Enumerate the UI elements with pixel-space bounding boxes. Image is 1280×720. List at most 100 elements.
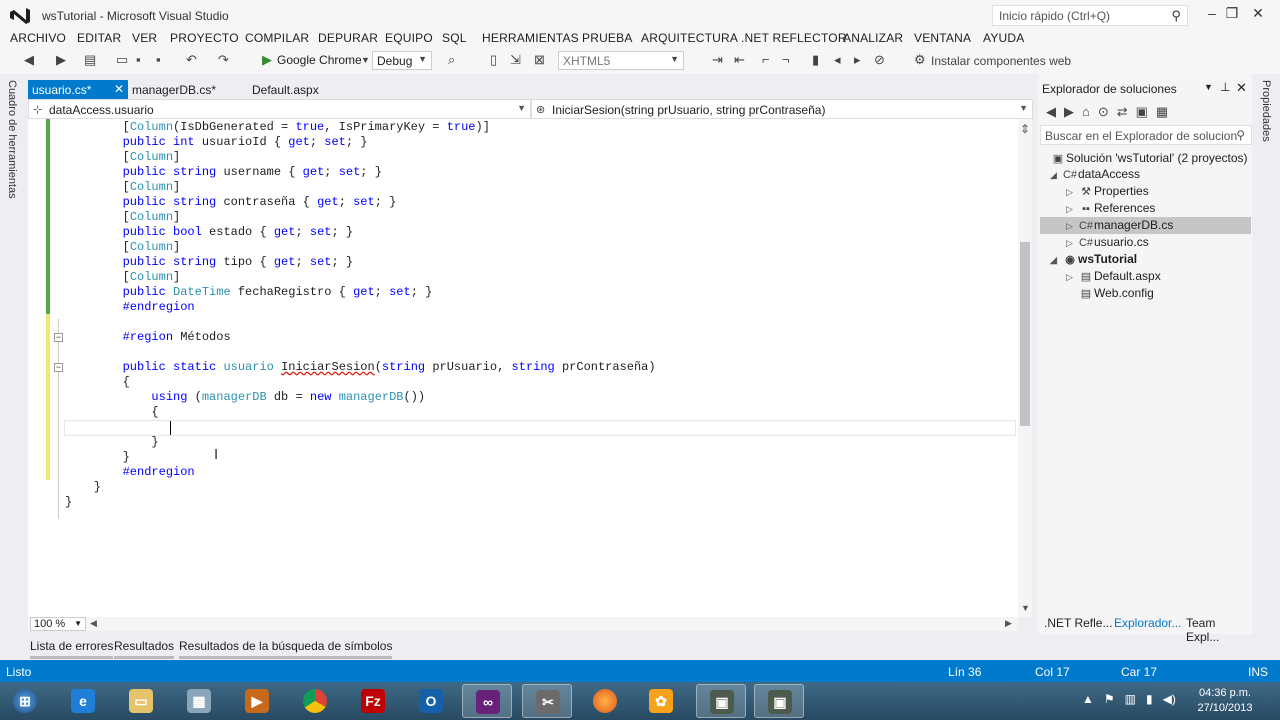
minimize-icon[interactable]: –	[1202, 5, 1222, 21]
menu-herramientas[interactable]: HERRAMIENTAS	[482, 31, 579, 45]
tab-net-reflector[interactable]: .NET Refle...	[1044, 616, 1112, 630]
redo-icon[interactable]: ↷	[218, 52, 229, 68]
collapse-method-icon[interactable]: −	[54, 363, 63, 372]
collapse-icon[interactable]: ▷	[1066, 235, 1078, 252]
forward-icon[interactable]: ▶	[56, 52, 66, 68]
scrollbar-thumb[interactable]	[1020, 242, 1030, 426]
start-button[interactable]: ⊞	[0, 684, 50, 718]
type-dropdown[interactable]: ⊹ dataAccess.usuario ▼	[28, 99, 531, 119]
taskbar-chrome[interactable]	[290, 684, 340, 718]
run-target-dropdown[interactable]: Google Chrome	[277, 53, 362, 67]
collapse-region-icon[interactable]: −	[54, 333, 63, 342]
tree-item-references[interactable]: ▷ ▪▪ References	[1066, 200, 1155, 217]
taskbar-firefox[interactable]	[580, 684, 630, 718]
menu-proyecto[interactable]: PROYECTO	[170, 31, 239, 45]
validate-icon[interactable]: ⊠	[534, 52, 545, 68]
find-icon[interactable]: ⌕	[448, 52, 455, 68]
comment-icon[interactable]: ⌐	[762, 52, 770, 67]
save-all-icon[interactable]: ▪	[156, 52, 161, 67]
clear-bookmark-icon[interactable]: ⊘	[874, 52, 885, 68]
maximize-icon[interactable]: ❐	[1222, 5, 1242, 22]
taskbar-internet-explorer[interactable]: e	[58, 684, 108, 718]
prev-bookmark-icon[interactable]: ◂	[834, 52, 841, 68]
horizontal-scrollbar[interactable]	[28, 617, 1018, 631]
close-tab-icon[interactable]: ✕	[114, 82, 124, 96]
tab-results[interactable]: Resultados	[114, 639, 175, 659]
menu-depurar[interactable]: DEPURAR	[318, 31, 378, 45]
bookmark-icon[interactable]: ▮	[812, 52, 819, 68]
taskbar-filezilla[interactable]: Fz	[348, 684, 398, 718]
new-project-icon[interactable]: ▤	[84, 52, 96, 68]
tab-default-aspx[interactable]: Default.aspx	[248, 80, 323, 100]
tab-solution-explorer[interactable]: Explorador...	[1114, 616, 1181, 630]
taskbar-tool-app[interactable]: ✂	[522, 684, 572, 718]
menu-sql[interactable]: SQL	[442, 31, 467, 45]
open-file-icon[interactable]: ▭	[116, 52, 128, 68]
close-icon[interactable]: ✕	[1248, 5, 1268, 22]
back-icon[interactable]: ◀	[24, 52, 34, 68]
menu-archivo[interactable]: ARCHIVO	[10, 31, 66, 45]
tab-symbol-search-results[interactable]: Resultados de la búsqueda de símbolos	[179, 639, 393, 659]
expand-icon[interactable]: ◢	[1050, 252, 1062, 269]
tree-item-properties[interactable]: ▷ ⚒ Properties	[1066, 183, 1149, 200]
tab-error-list[interactable]: Lista de errores	[30, 639, 114, 659]
taskbar-visual-studio[interactable]: ∞	[462, 684, 512, 718]
menu-ver[interactable]: VER	[132, 31, 157, 45]
chevron-down-icon[interactable]: ▼	[1204, 82, 1213, 92]
menu-arquitectura[interactable]: ARQUITECTURA	[641, 31, 738, 45]
menu-ventana[interactable]: VENTANA	[914, 31, 971, 45]
properties-side-tab[interactable]: Propiedades	[1254, 74, 1280, 660]
collapse-icon[interactable]: ▷	[1066, 218, 1078, 235]
close-icon[interactable]: ✕	[1236, 80, 1247, 96]
collapse-icon[interactable]: ▷	[1066, 201, 1078, 218]
scroll-left-icon[interactable]: ◀	[90, 618, 97, 629]
menu-net-reflector[interactable]: .NET REFLECTOR	[741, 31, 847, 45]
save-icon[interactable]: ▪	[136, 52, 141, 67]
taskbar-window-1[interactable]: ▣	[696, 684, 746, 718]
config-select[interactable]: Debug ▼	[372, 51, 432, 70]
taskbar-app-blue[interactable]: ✿	[636, 684, 686, 718]
tree-item-usuario[interactable]: ▷ C#usuario.cs	[1066, 234, 1149, 251]
start-debug-icon[interactable]: ▶	[262, 52, 272, 68]
scroll-down-icon[interactable]: ▼	[1021, 603, 1030, 613]
expand-icon[interactable]: ◢	[1050, 167, 1062, 184]
tab-managerdb-cs[interactable]: managerDB.cs*	[128, 80, 220, 100]
tab-team-explorer[interactable]: Team Expl...	[1186, 616, 1252, 644]
split-icon[interactable]: ⇕	[1020, 122, 1030, 136]
document-icon[interactable]: ▯	[490, 52, 497, 68]
toolbox-side-tab[interactable]: Cuadro de herramientas	[0, 74, 26, 660]
scroll-right-icon[interactable]: ▶	[1005, 618, 1012, 629]
taskbar-window-2[interactable]: ▣	[754, 684, 804, 718]
solution-explorer-toolbar[interactable]: ◀▶⌂⊙⇄▣▦	[1046, 104, 1176, 120]
collapse-icon[interactable]: ▷	[1066, 269, 1078, 286]
menu-ayuda[interactable]: AYUDA	[983, 31, 1024, 45]
undo-icon[interactable]: ↶	[186, 52, 197, 68]
taskbar-file-explorer[interactable]: ▭	[116, 684, 166, 718]
zoom-select[interactable]: 100 % ▼	[30, 617, 86, 631]
next-bookmark-icon[interactable]: ▸	[854, 52, 861, 68]
tree-item-dataaccess[interactable]: ◢ C#dataAccess	[1050, 166, 1140, 183]
tree-item-managerdb[interactable]: ▷ C#managerDB.cs	[1066, 217, 1173, 234]
tree-item-web-config[interactable]: ▤ Web.config	[1078, 285, 1154, 302]
system-tray-icons[interactable]: ▲ ⚑ ▥ ▮ ◀)	[1082, 692, 1176, 706]
uncomment-icon[interactable]: ¬	[782, 52, 790, 67]
outdent-icon[interactable]: ⇤	[734, 52, 745, 68]
quick-launch-input[interactable]: Inicio rápido (Ctrl+Q) ⚲	[992, 5, 1188, 26]
tree-item-wstutorial[interactable]: ◢ ◉ wsTutorial	[1050, 251, 1137, 268]
menu-analizar[interactable]: ANALIZAR	[843, 31, 903, 45]
solution-search-input[interactable]: Buscar en el Explorador de solucion ⚲	[1040, 125, 1252, 145]
taskbar-media-player[interactable]: ▶	[232, 684, 282, 718]
taskbar-outlook[interactable]: O	[406, 684, 456, 718]
schema-select[interactable]: XHTML5 ▼	[558, 51, 684, 70]
indent-icon[interactable]: ⇥	[712, 52, 723, 68]
tab-usuario-cs[interactable]: usuario.cs* ✕	[28, 80, 128, 100]
taskbar-clock[interactable]: 04:36 p.m. 27/10/2013	[1190, 686, 1260, 716]
menu-equipo[interactable]: EQUIPO	[385, 31, 433, 45]
menu-prueba[interactable]: PRUEBA	[582, 31, 633, 45]
collapse-icon[interactable]: ▷	[1066, 184, 1078, 201]
menu-editar[interactable]: EDITAR	[77, 31, 121, 45]
member-dropdown[interactable]: ⊛ IniciarSesion(string prUsuario, string …	[531, 99, 1033, 119]
tree-item-default-aspx[interactable]: ▷ ▤ Default.aspx	[1066, 268, 1161, 285]
taskbar-calculator[interactable]: ▦	[174, 684, 224, 718]
menu-compilar[interactable]: COMPILAR	[245, 31, 309, 45]
